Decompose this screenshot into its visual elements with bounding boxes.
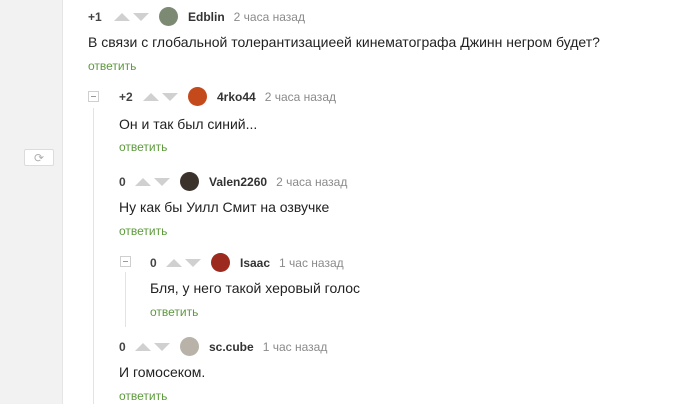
upvote-icon[interactable] bbox=[135, 342, 151, 351]
timestamp[interactable]: 2 часа назад bbox=[234, 10, 305, 24]
comment-text: Ну как бы Уилл Смит на озвучке bbox=[119, 199, 330, 215]
thread-line bbox=[125, 272, 126, 327]
rating: 0 bbox=[119, 339, 126, 354]
avatar[interactable] bbox=[211, 253, 230, 272]
rating: +2 bbox=[119, 89, 133, 104]
left-panel bbox=[0, 0, 63, 404]
avatar[interactable] bbox=[180, 337, 199, 356]
author-name[interactable]: Valen2260 bbox=[209, 175, 267, 189]
downvote-icon[interactable] bbox=[154, 342, 170, 351]
upvote-icon[interactable] bbox=[114, 12, 130, 21]
comment-meta: +2 4rko44 2 часа назад bbox=[119, 87, 336, 106]
comment-meta: 0 sc.cube 1 час назад bbox=[119, 337, 327, 356]
timestamp[interactable]: 2 часа назад bbox=[265, 90, 336, 104]
author-name[interactable]: Isaac bbox=[240, 256, 270, 270]
timestamp[interactable]: 1 час назад bbox=[279, 256, 344, 270]
reply-link[interactable]: ответить bbox=[119, 389, 167, 403]
rating: +1 bbox=[88, 9, 102, 24]
timestamp[interactable]: 1 час назад bbox=[263, 340, 328, 354]
reply-link[interactable]: ответить bbox=[119, 140, 167, 154]
comment-meta: 0 Valen2260 2 часа назад bbox=[119, 172, 347, 191]
comment-text: В связи с глобальной толерантизациеей ки… bbox=[88, 34, 600, 50]
author-name[interactable]: 4rko44 bbox=[217, 90, 256, 104]
comment-meta: 0 Isaac 1 час назад bbox=[150, 253, 344, 272]
refresh-icon: ⟳ bbox=[33, 150, 45, 165]
upvote-icon[interactable] bbox=[135, 177, 151, 186]
reply-link[interactable]: ответить bbox=[150, 305, 198, 319]
downvote-icon[interactable] bbox=[154, 177, 170, 186]
refresh-button[interactable]: ⟳ bbox=[24, 149, 54, 166]
avatar[interactable] bbox=[180, 172, 199, 191]
reply-link[interactable]: ответить bbox=[119, 224, 167, 238]
avatar[interactable] bbox=[188, 87, 207, 106]
downvote-icon[interactable] bbox=[162, 92, 178, 101]
comment-text: Он и так был синий... bbox=[119, 116, 258, 132]
upvote-icon[interactable] bbox=[143, 92, 159, 101]
timestamp[interactable]: 2 часа назад bbox=[276, 175, 347, 189]
avatar[interactable] bbox=[159, 7, 178, 26]
thread-line bbox=[93, 108, 94, 404]
downvote-icon[interactable] bbox=[133, 12, 149, 21]
author-name[interactable]: sc.cube bbox=[209, 340, 254, 354]
comment-meta: +1 Edblin 2 часа назад bbox=[88, 7, 305, 26]
collapse-toggle[interactable] bbox=[88, 91, 99, 102]
collapse-toggle[interactable] bbox=[120, 256, 131, 267]
downvote-icon[interactable] bbox=[185, 258, 201, 267]
comment-text: Бля, у него такой херовый голос bbox=[150, 280, 361, 296]
comment-text: И гомосеком. bbox=[119, 364, 206, 380]
upvote-icon[interactable] bbox=[166, 258, 182, 267]
rating: 0 bbox=[150, 255, 157, 270]
author-name[interactable]: Edblin bbox=[188, 10, 225, 24]
rating: 0 bbox=[119, 174, 126, 189]
reply-link[interactable]: ответить bbox=[88, 59, 136, 73]
